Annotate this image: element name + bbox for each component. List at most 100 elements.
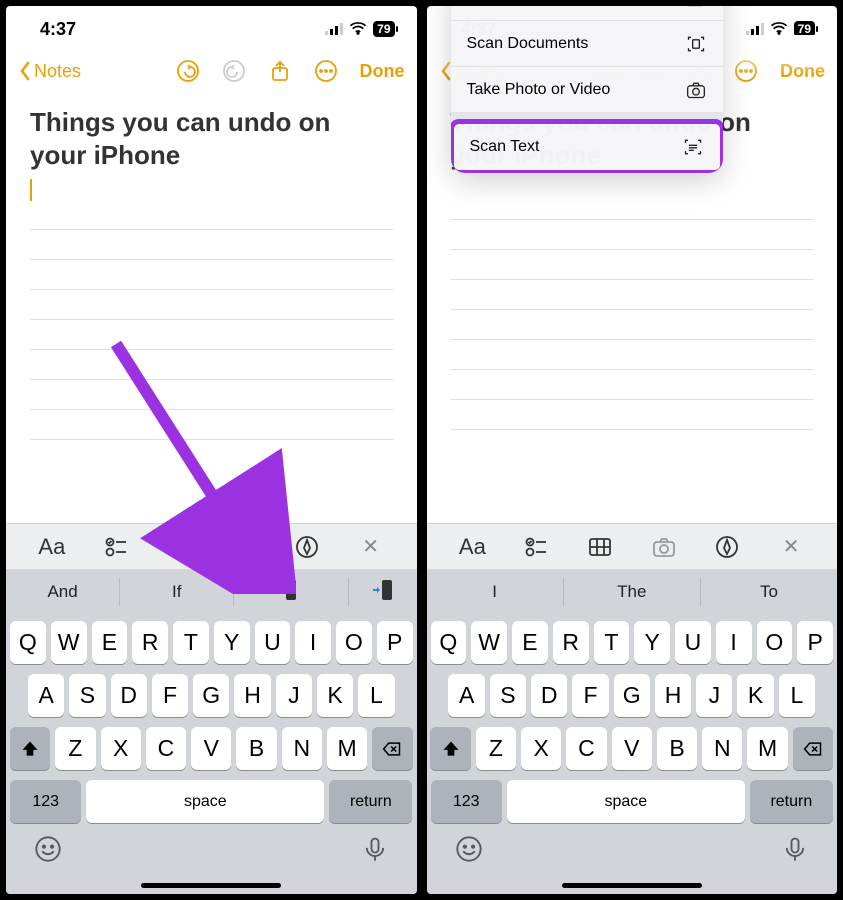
- done-button[interactable]: Done: [360, 61, 405, 82]
- undo-button[interactable]: [176, 59, 200, 83]
- key[interactable]: C: [146, 727, 186, 770]
- key[interactable]: A: [28, 674, 64, 717]
- backspace-key[interactable]: [372, 727, 412, 770]
- key[interactable]: Q: [431, 621, 467, 664]
- key[interactable]: N: [282, 727, 322, 770]
- checklist-button[interactable]: [516, 532, 556, 562]
- key[interactable]: G: [614, 674, 650, 717]
- key[interactable]: V: [191, 727, 231, 770]
- table-button[interactable]: [580, 532, 620, 562]
- key[interactable]: Y: [214, 621, 250, 664]
- key[interactable]: L: [779, 674, 815, 717]
- text-format-button[interactable]: Aa: [452, 532, 492, 562]
- key[interactable]: V: [612, 727, 652, 770]
- key[interactable]: F: [572, 674, 608, 717]
- key[interactable]: M: [327, 727, 367, 770]
- key[interactable]: H: [655, 674, 691, 717]
- key[interactable]: Z: [476, 727, 516, 770]
- key[interactable]: C: [566, 727, 606, 770]
- done-button[interactable]: Done: [780, 61, 825, 82]
- status-right: 79: [325, 19, 394, 40]
- key[interactable]: S: [69, 674, 105, 717]
- dictation-button[interactable]: [361, 835, 389, 868]
- key[interactable]: I: [716, 621, 752, 664]
- suggestion[interactable]: I: [427, 578, 564, 606]
- text-format-button[interactable]: Aa: [32, 532, 72, 562]
- key[interactable]: G: [193, 674, 229, 717]
- key[interactable]: D: [531, 674, 567, 717]
- key[interactable]: Q: [10, 621, 46, 664]
- key[interactable]: B: [657, 727, 697, 770]
- emoji-button[interactable]: [455, 835, 483, 868]
- format-toolbar: Aa ✕: [6, 523, 417, 569]
- key[interactable]: E: [92, 621, 128, 664]
- camera-button[interactable]: [644, 532, 684, 562]
- suggestion[interactable]: If: [120, 578, 234, 606]
- suggestion[interactable]: And: [6, 578, 120, 606]
- menu-choose-photo[interactable]: Choose Photo or Video: [451, 6, 723, 21]
- key[interactable]: O: [757, 621, 793, 664]
- back-button[interactable]: Notes: [18, 61, 81, 82]
- more-button[interactable]: [734, 59, 758, 83]
- key[interactable]: Z: [55, 727, 95, 770]
- return-key[interactable]: return: [329, 780, 412, 823]
- key[interactable]: X: [521, 727, 561, 770]
- numeric-key[interactable]: 123: [431, 780, 502, 823]
- shift-key[interactable]: [430, 727, 470, 770]
- key[interactable]: D: [111, 674, 147, 717]
- dictation-button[interactable]: [781, 835, 809, 868]
- key[interactable]: W: [51, 621, 87, 664]
- backspace-key[interactable]: [793, 727, 833, 770]
- suggestion-memoji[interactable]: [234, 578, 348, 606]
- key[interactable]: H: [234, 674, 270, 717]
- key[interactable]: J: [696, 674, 732, 717]
- key[interactable]: E: [512, 621, 548, 664]
- key[interactable]: B: [236, 727, 276, 770]
- key[interactable]: M: [747, 727, 787, 770]
- space-key[interactable]: space: [507, 780, 745, 823]
- key[interactable]: P: [377, 621, 413, 664]
- close-toolbar-button[interactable]: ✕: [771, 532, 811, 562]
- table-button[interactable]: [159, 532, 199, 562]
- key[interactable]: K: [317, 674, 353, 717]
- menu-scan-documents[interactable]: Scan Documents: [451, 21, 723, 67]
- markup-button[interactable]: [707, 532, 747, 562]
- key[interactable]: R: [132, 621, 168, 664]
- emoji-button[interactable]: [34, 835, 62, 868]
- key[interactable]: T: [173, 621, 209, 664]
- share-button[interactable]: [268, 59, 292, 83]
- key[interactable]: F: [152, 674, 188, 717]
- key[interactable]: N: [702, 727, 742, 770]
- checklist-button[interactable]: [96, 532, 136, 562]
- key[interactable]: Y: [634, 621, 670, 664]
- menu-take-photo[interactable]: Take Photo or Video: [451, 67, 723, 113]
- return-key[interactable]: return: [750, 780, 833, 823]
- more-button[interactable]: [314, 59, 338, 83]
- note-editor[interactable]: Things you can undo on your iPhone: [6, 94, 417, 523]
- note-editor[interactable]: Things you can undo on your iPhone Choos…: [427, 94, 838, 523]
- key[interactable]: K: [737, 674, 773, 717]
- key[interactable]: A: [448, 674, 484, 717]
- key[interactable]: R: [553, 621, 589, 664]
- camera-button[interactable]: [223, 532, 263, 562]
- key[interactable]: S: [490, 674, 526, 717]
- menu-scan-text[interactable]: Scan Text: [454, 124, 720, 170]
- suggestion-memoji[interactable]: [349, 578, 417, 606]
- key[interactable]: X: [101, 727, 141, 770]
- key[interactable]: I: [295, 621, 331, 664]
- suggestion[interactable]: To: [701, 578, 837, 606]
- key[interactable]: L: [358, 674, 394, 717]
- key[interactable]: U: [255, 621, 291, 664]
- key[interactable]: U: [675, 621, 711, 664]
- key[interactable]: T: [594, 621, 630, 664]
- space-key[interactable]: space: [86, 780, 324, 823]
- suggestion[interactable]: The: [564, 578, 701, 606]
- key[interactable]: O: [336, 621, 372, 664]
- shift-key[interactable]: [10, 727, 50, 770]
- markup-button[interactable]: [287, 532, 327, 562]
- key[interactable]: W: [471, 621, 507, 664]
- numeric-key[interactable]: 123: [10, 780, 81, 823]
- key[interactable]: P: [797, 621, 833, 664]
- key[interactable]: J: [276, 674, 312, 717]
- close-toolbar-button[interactable]: ✕: [351, 532, 391, 562]
